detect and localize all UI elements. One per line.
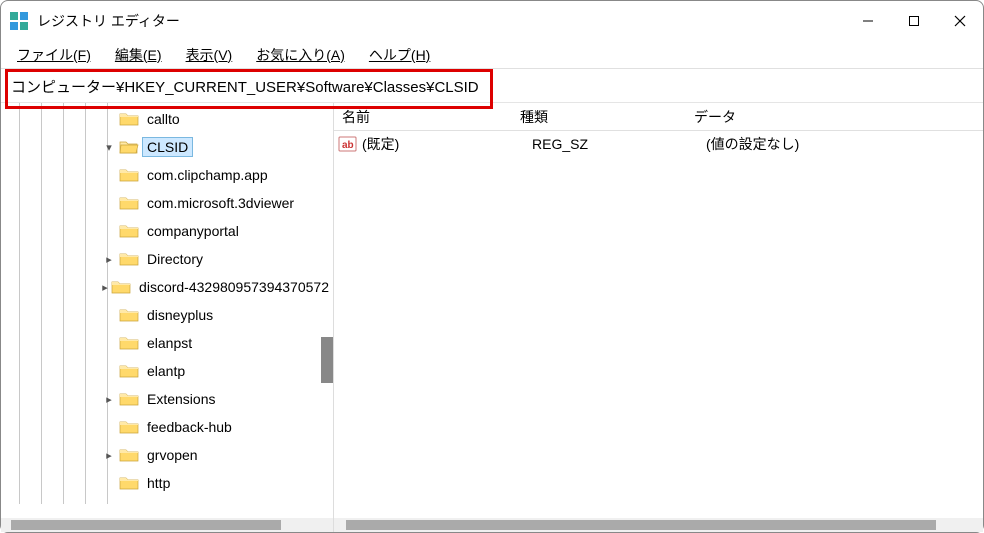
tree-item-label: elanpst xyxy=(143,334,196,352)
tree-item-label: Extensions xyxy=(143,390,219,408)
folder-icon xyxy=(119,195,139,211)
tree-item-label: companyportal xyxy=(143,222,243,240)
titlebar: レジストリ エディター xyxy=(1,1,983,41)
tree-item[interactable]: ▾ CLSID xyxy=(1,133,333,161)
menu-file[interactable]: ファイル(F) xyxy=(7,43,101,67)
tree-item[interactable]: elanpst xyxy=(1,329,333,357)
tree-item-label: com.clipchamp.app xyxy=(143,166,272,184)
tree-item[interactable]: feedback-hub xyxy=(1,413,333,441)
value-type: REG_SZ xyxy=(532,136,706,152)
tree-item-label: grvopen xyxy=(143,446,202,464)
folder-icon xyxy=(119,391,139,407)
tree-item[interactable]: companyportal xyxy=(1,217,333,245)
folder-icon xyxy=(119,419,139,435)
values-horizontal-scroll-thumb[interactable] xyxy=(346,520,936,530)
chevron-right-icon[interactable]: ▸ xyxy=(101,279,109,295)
chevron-right-icon[interactable]: ▸ xyxy=(101,447,117,463)
window-title: レジストリ エディター xyxy=(37,11,180,31)
menu-edit[interactable]: 編集(E) xyxy=(105,43,172,67)
tree-item[interactable]: com.clipchamp.app xyxy=(1,161,333,189)
tree-item-label: discord-432980957394370572 xyxy=(135,278,333,296)
tree-item[interactable]: ▸ grvopen xyxy=(1,441,333,469)
tree-item-label: elantp xyxy=(143,362,189,380)
tree-pane: callto ▾ CLSID com.clipchamp.app com.microso… xyxy=(1,103,334,532)
tree-item-label: http xyxy=(143,474,174,492)
registry-tree[interactable]: callto ▾ CLSID com.clipchamp.app com.microso… xyxy=(1,103,333,518)
menu-help[interactable]: ヘルプ(H) xyxy=(359,43,440,67)
folder-icon xyxy=(119,111,139,127)
tree-item[interactable]: http xyxy=(1,469,333,497)
address-input[interactable] xyxy=(5,71,979,101)
folder-icon xyxy=(111,279,131,295)
values-pane: 名前 種類 データ ab (既定)REG_SZ(値の設定なし) xyxy=(334,103,983,532)
content-area: callto ▾ CLSID com.clipchamp.app com.microso… xyxy=(1,103,983,532)
folder-icon xyxy=(119,447,139,463)
registry-editor-window: レジストリ エディター ファイル(F) 編集(E) 表示(V) お気に入り(A)… xyxy=(0,0,984,533)
tree-vertical-scroll-thumb[interactable] xyxy=(321,337,333,383)
value-data: (値の設定なし) xyxy=(706,134,983,154)
folder-open-icon xyxy=(119,139,139,155)
value-name: (既定) xyxy=(362,134,532,154)
tree-horizontal-scrollbar[interactable] xyxy=(1,518,333,532)
values-header: 名前 種類 データ xyxy=(334,103,983,131)
tree-item-label: disneyplus xyxy=(143,306,217,324)
tree-item-label: feedback-hub xyxy=(143,418,236,436)
window-controls xyxy=(845,1,983,41)
folder-icon xyxy=(119,363,139,379)
folder-icon xyxy=(119,251,139,267)
tree-item[interactable]: ▸ discord-432980957394370572 xyxy=(1,273,333,301)
folder-icon xyxy=(119,307,139,323)
menubar: ファイル(F) 編集(E) 表示(V) お気に入り(A) ヘルプ(H) xyxy=(1,41,983,69)
tree-item-label: Directory xyxy=(143,250,207,268)
chevron-right-icon[interactable]: ▸ xyxy=(101,391,117,407)
column-header-data[interactable]: データ xyxy=(686,103,983,131)
close-button[interactable] xyxy=(937,1,983,41)
tree-item[interactable]: ▸ Extensions xyxy=(1,385,333,413)
tree-item[interactable]: elantp xyxy=(1,357,333,385)
values-list[interactable]: ab (既定)REG_SZ(値の設定なし) xyxy=(334,131,983,518)
menu-view[interactable]: 表示(V) xyxy=(176,43,243,67)
tree-item-label: com.microsoft.3dviewer xyxy=(143,194,298,212)
addressbar-container xyxy=(1,69,983,103)
tree-item-label: CLSID xyxy=(143,138,192,156)
svg-text:ab: ab xyxy=(342,140,354,151)
folder-icon xyxy=(119,223,139,239)
menu-favorites[interactable]: お気に入り(A) xyxy=(246,43,355,67)
tree-item[interactable]: ▸ Directory xyxy=(1,245,333,273)
column-header-name[interactable]: 名前 xyxy=(334,103,512,131)
tree-horizontal-scroll-thumb[interactable] xyxy=(11,520,281,530)
folder-icon xyxy=(119,335,139,351)
column-header-type[interactable]: 種類 xyxy=(512,103,686,131)
chevron-down-icon[interactable]: ▾ xyxy=(101,139,117,155)
tree-item[interactable]: callto xyxy=(1,105,333,133)
string-value-icon: ab xyxy=(338,135,358,153)
chevron-right-icon[interactable]: ▸ xyxy=(101,251,117,267)
tree-item[interactable]: disneyplus xyxy=(1,301,333,329)
folder-icon xyxy=(119,167,139,183)
regedit-app-icon xyxy=(9,11,29,31)
maximize-button[interactable] xyxy=(891,1,937,41)
minimize-button[interactable] xyxy=(845,1,891,41)
values-horizontal-scrollbar[interactable] xyxy=(334,518,983,532)
value-row[interactable]: ab (既定)REG_SZ(値の設定なし) xyxy=(334,131,983,157)
tree-item-label: callto xyxy=(143,110,184,128)
folder-icon xyxy=(119,475,139,491)
tree-item[interactable]: com.microsoft.3dviewer xyxy=(1,189,333,217)
